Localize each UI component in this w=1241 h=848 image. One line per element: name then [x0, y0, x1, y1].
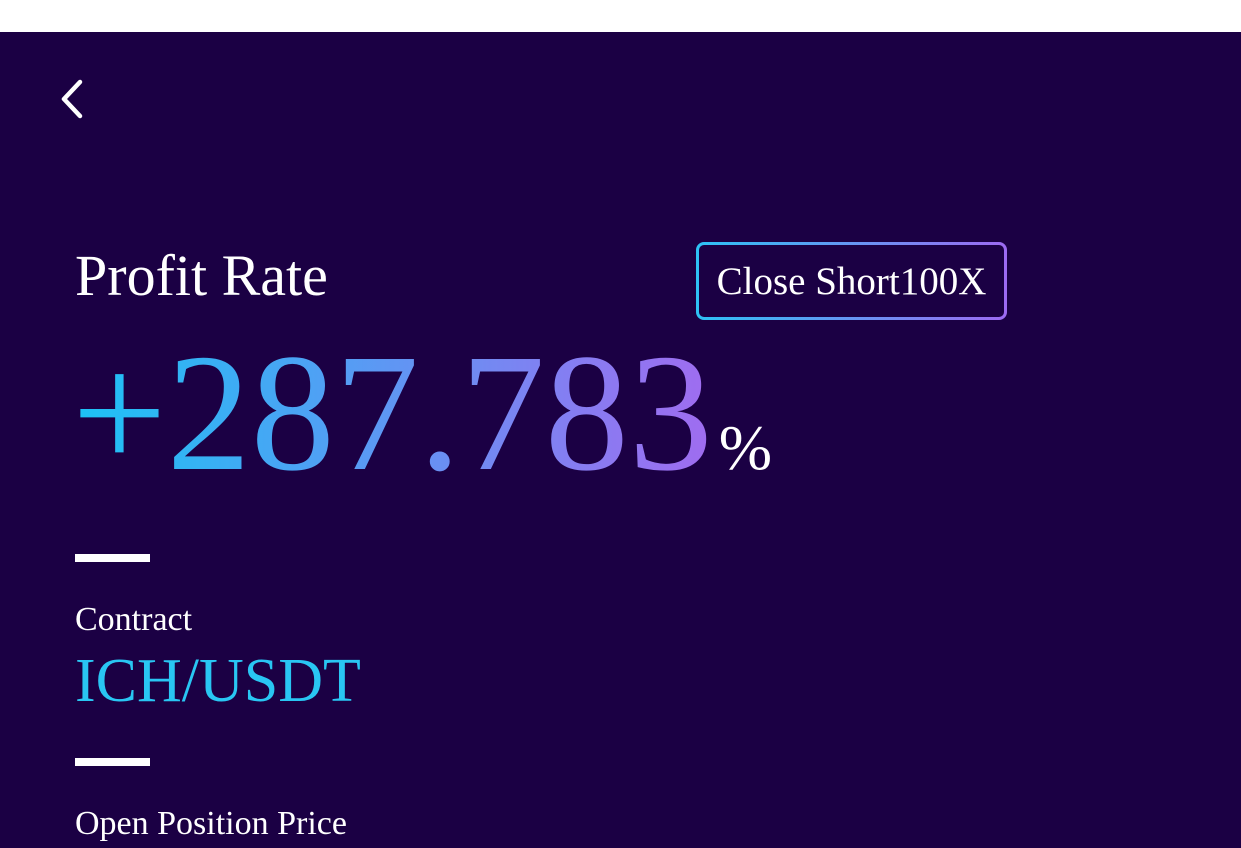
- share-card-screen: Profit Rate Close Short100X +287.783% Co…: [0, 32, 1241, 848]
- position-type-text: Close Short100X: [716, 259, 987, 303]
- profit-rate-value: +287.783: [72, 320, 713, 506]
- profit-rate-label: Profit Rate: [75, 243, 328, 308]
- profit-rate-display: +287.783%: [72, 328, 772, 498]
- divider: [75, 554, 150, 562]
- profit-rate-unit: %: [718, 412, 773, 483]
- position-type-badge: Close Short100X: [696, 242, 1007, 320]
- contract-label: Contract: [75, 601, 193, 638]
- contract-value: ICH/USDT: [75, 647, 361, 715]
- divider: [75, 758, 150, 766]
- open-position-price-label: Open Position Price: [75, 805, 347, 842]
- status-bar-area: [0, 0, 1241, 32]
- chevron-left-icon: [52, 74, 96, 122]
- back-button[interactable]: [52, 74, 96, 122]
